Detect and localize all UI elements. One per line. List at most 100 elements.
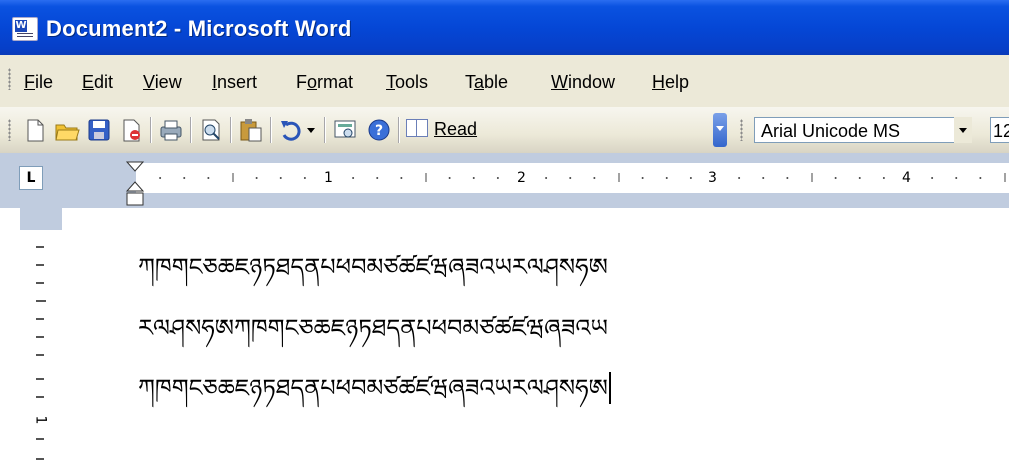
- document-line[interactable]: ཀཁགངཅཆཇཉཏཐདནཔཕབམཙཚཛཝཞཟའཡརལཤསཧཨ: [138, 241, 608, 308]
- vruler-tick: [36, 438, 44, 440]
- ruler-tick: [159, 177, 162, 179]
- toolbar-separator: [270, 117, 271, 143]
- ruler-tick: [882, 177, 885, 179]
- word-logo-glyph: W: [15, 20, 27, 32]
- research-icon[interactable]: [332, 117, 358, 143]
- menu-insert[interactable]: Insert: [212, 72, 257, 93]
- open-folder-icon[interactable]: [54, 117, 80, 143]
- ruler-tick: [472, 177, 475, 179]
- ruler-tick: [183, 177, 186, 179]
- toolbar-separator: [230, 117, 231, 143]
- ruler-tick: [641, 177, 644, 179]
- ruler-tick: [448, 177, 451, 179]
- ruler-tick: [207, 177, 210, 179]
- vruler-number: 1: [32, 415, 49, 425]
- toolbar-options-chevron-icon[interactable]: [713, 113, 727, 147]
- ruler-tick: [931, 177, 934, 179]
- menu-grip-handle[interactable]: [8, 68, 11, 90]
- paste-icon[interactable]: [238, 117, 264, 143]
- document-line[interactable]: རལཤསཧཨཀཁགངཅཆཇཉཏཐདནཔཕབམཙཚཛཝཞཟའཡ: [138, 302, 608, 369]
- ruler-number: 3: [708, 170, 717, 186]
- ruler-tick: [569, 177, 572, 179]
- font-name-value: Arial Unicode MS: [761, 121, 901, 141]
- ruler-number: 1: [324, 170, 333, 186]
- toolbar-grip-handle[interactable]: [8, 119, 11, 141]
- toolbar-separator: [398, 117, 399, 143]
- permission-icon[interactable]: [118, 117, 144, 143]
- left-gutter: [0, 208, 20, 470]
- ruler-tick: [665, 177, 668, 179]
- ruler-tick: [858, 177, 861, 179]
- menu-window[interactable]: Window: [551, 72, 615, 93]
- menu-view[interactable]: View: [143, 72, 182, 93]
- vruler-tick: [36, 378, 44, 380]
- ruler-tick: [618, 173, 620, 182]
- vertical-ruler-top-margin: [20, 208, 62, 230]
- ruler-tick: [232, 173, 234, 182]
- tab-selector-button[interactable]: L: [19, 166, 43, 190]
- toolbar-separator: [324, 117, 325, 143]
- vruler-tick: [36, 354, 44, 356]
- ruler-number: 2: [517, 170, 526, 186]
- ruler-tick: [279, 177, 282, 179]
- undo-dropdown-icon[interactable]: [304, 117, 318, 143]
- vruler-tick: [36, 318, 44, 320]
- document-lines-glyph: [17, 33, 33, 34]
- vruler-tick: [36, 336, 44, 338]
- vruler-tick: [36, 396, 44, 398]
- font-size-combobox[interactable]: 12: [990, 117, 1009, 143]
- ruler-ticks: [159, 173, 1006, 182]
- menu-bar: File Edit View Insert Format Tools Table…: [0, 55, 1009, 107]
- vertical-ruler[interactable]: 1: [20, 208, 63, 470]
- new-document-icon[interactable]: [22, 117, 48, 143]
- ruler-tick: [303, 177, 306, 179]
- ruler-tick: [425, 173, 427, 182]
- print-icon[interactable]: [158, 117, 184, 143]
- vruler-tick: [36, 264, 44, 266]
- document-line-last[interactable]: ཀཁགངཅཆཇཉཏཐདནཔཕབམཙཚཛཝཞཟའཡརལཤསཧཨ: [138, 362, 611, 429]
- font-name-combobox[interactable]: Arial Unicode MS: [754, 117, 972, 143]
- read-icon: [406, 119, 428, 137]
- vruler-tick: [36, 458, 44, 460]
- window-title: Document2 - Microsoft Word: [46, 16, 352, 41]
- ruler-tick: [496, 177, 499, 179]
- undo-icon[interactable]: [278, 117, 304, 143]
- horizontal-ruler[interactable]: 1 2 3 4: [60, 163, 1009, 193]
- print-preview-icon[interactable]: [198, 117, 224, 143]
- ruler-number: 4: [902, 170, 911, 186]
- ruler-tick: [689, 177, 692, 179]
- menu-edit[interactable]: Edit: [82, 72, 113, 93]
- read-button[interactable]: Read: [406, 119, 477, 141]
- vruler-tick: [36, 282, 44, 284]
- menu-tools[interactable]: Tools: [386, 72, 428, 93]
- ruler-tick: [786, 177, 789, 179]
- ruler-tick: [955, 177, 958, 179]
- ruler-tick: [811, 173, 813, 182]
- ruler-tick: [593, 177, 596, 179]
- menu-table[interactable]: Table: [465, 72, 508, 93]
- toolbar-separator: [150, 117, 151, 143]
- save-icon[interactable]: [86, 117, 112, 143]
- font-name-dropdown-icon[interactable]: [954, 117, 972, 143]
- help-icon[interactable]: ?: [366, 117, 392, 143]
- ruler-tick: [834, 177, 837, 179]
- ruler-tick: [979, 177, 982, 179]
- read-button-label: Read: [434, 119, 478, 139]
- indent-marker-icon[interactable]: [126, 160, 144, 208]
- ruler-tick: [376, 177, 379, 179]
- menu-format[interactable]: Format: [296, 72, 353, 93]
- ruler-tick: [738, 177, 741, 179]
- ruler-tick: [400, 177, 403, 179]
- vruler-tick: [36, 246, 44, 248]
- formatting-grip-handle[interactable]: [740, 119, 743, 141]
- standard-toolbar: ? Read Arial Unicode MS 12: [0, 107, 1009, 153]
- ruler-tick: [352, 177, 355, 179]
- word-document-icon[interactable]: W: [12, 17, 38, 41]
- font-size-value: 12: [993, 121, 1009, 141]
- menu-help[interactable]: Help: [652, 72, 689, 93]
- ruler-tick: [545, 177, 548, 179]
- document-line-text: ཀཁགངཅཆཇཉཏཐདནཔཕབམཙཚཛཝཞཟའཡརལཤསཧཨ: [138, 374, 608, 402]
- menu-file[interactable]: File: [24, 72, 53, 93]
- vruler-tick: [36, 300, 46, 302]
- ruler-tick: [762, 177, 765, 179]
